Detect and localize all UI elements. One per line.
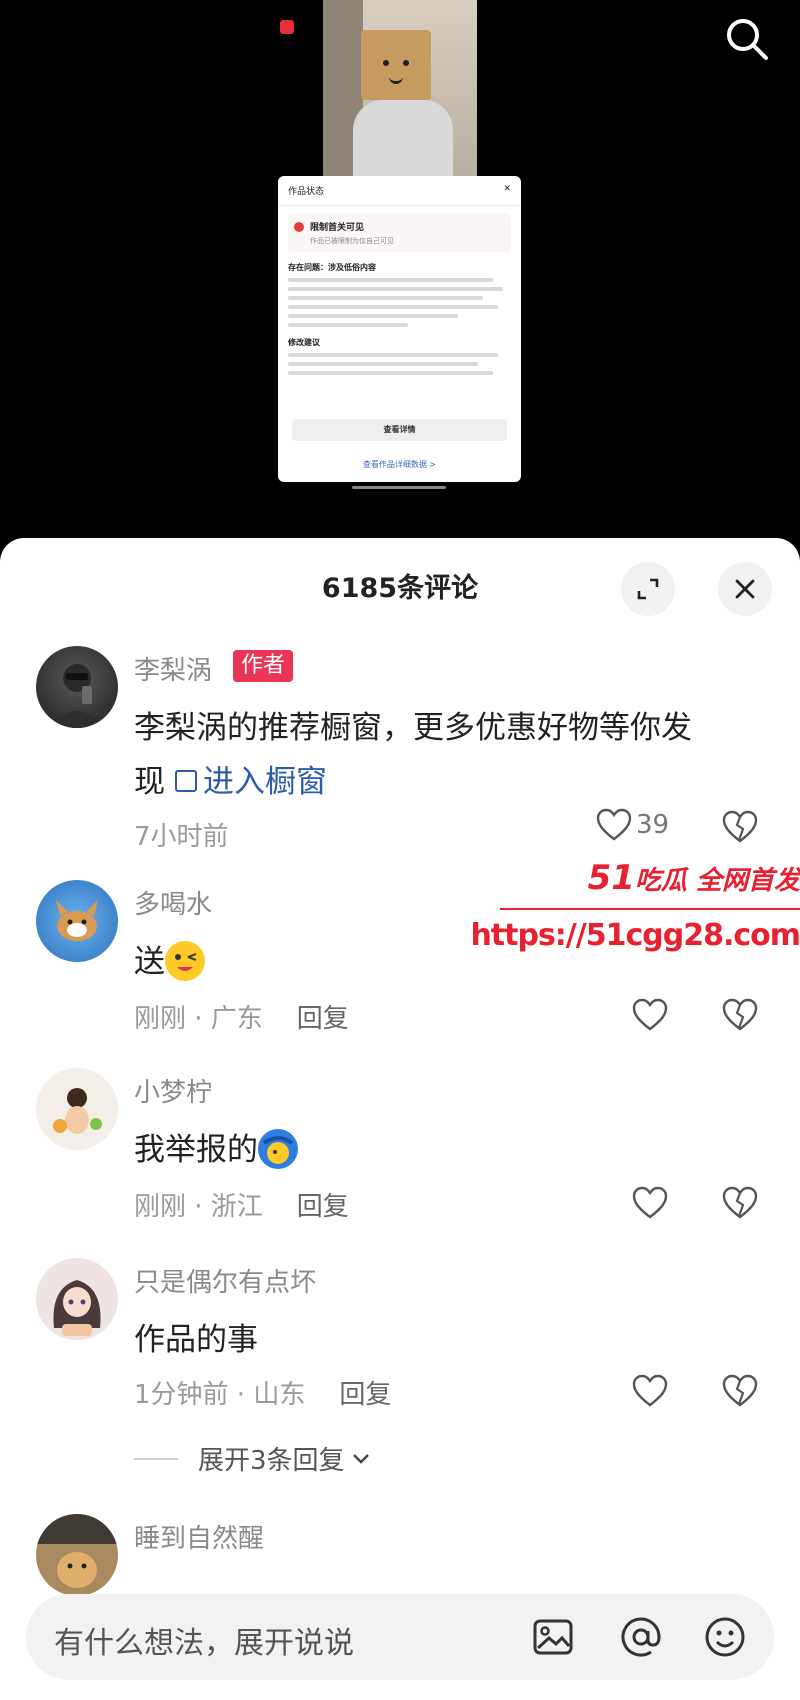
comment-input-placeholder[interactable]: 有什么想法，展开说说 [54, 1618, 354, 1662]
box-head-figure [361, 30, 431, 100]
expand-button[interactable] [621, 562, 675, 616]
watermark-url: https://51cgg28.com [470, 918, 800, 953]
site-watermark: 51吃瓜 全网首发 https://51cgg28.com [470, 858, 800, 958]
comment-meta: 刚刚 · 广东 回复 [134, 1004, 349, 1034]
comment-meta: 刚刚 · 浙江 回复 [134, 1192, 349, 1222]
dislike-heart-icon[interactable] [722, 1186, 758, 1220]
heart-icon[interactable] [632, 1374, 668, 1408]
avatar[interactable] [36, 1258, 118, 1340]
restriction-alert: 限制首关可见 作品已被限制为仅自己可见 [288, 214, 511, 252]
emoji-covering-face-icon [258, 1128, 298, 1169]
author-badge: 作者 [233, 650, 293, 682]
comment-time: 7小时前 [134, 822, 229, 852]
suggest-title: 修改建议 [288, 338, 320, 347]
emoji-icon[interactable] [702, 1614, 748, 1660]
avatar[interactable] [36, 1068, 118, 1150]
emoji-wink-icon [165, 940, 205, 981]
video-area[interactable]: 作品状态 ✕ 限制首关可见 作品已被限制为仅自己可见 存在问题：涉及低俗内容 修… [0, 0, 800, 540]
comment-meta: 1分钟前 · 山东 回复 [134, 1380, 392, 1410]
comment-author-name[interactable]: 只是偶尔有点坏 [134, 1262, 316, 1299]
comments-count-title: 6185条评论 [321, 573, 479, 604]
comment-text: 李梨涡的推荐橱窗，更多优惠好物等你发 [134, 710, 692, 746]
shop-icon [175, 769, 197, 792]
at-icon[interactable] [618, 1614, 664, 1660]
shop-window-link[interactable]: 进入橱窗 [203, 764, 327, 800]
comment-text: 我举报的 [134, 1124, 298, 1172]
problem-title: 存在问题：涉及低俗内容 [288, 263, 376, 272]
like-count: 39 [636, 810, 670, 840]
comment-text: 送 [134, 936, 205, 984]
comment-text: 作品的事 [134, 1322, 258, 1358]
video-thumbnail [323, 0, 477, 180]
heart-icon [596, 808, 632, 841]
expand-icon [637, 578, 659, 600]
heart-icon[interactable] [632, 1186, 668, 1220]
close-icon [735, 579, 755, 599]
alert-title: 限制首关可见 [310, 223, 365, 233]
work-status-card: 作品状态 ✕ 限制首关可见 作品已被限制为仅自己可见 存在问题：涉及低俗内容 修… [278, 176, 521, 482]
view-data-link[interactable]: 查看作品详细数据 > [278, 459, 521, 470]
like-button[interactable]: 39 [596, 808, 669, 842]
reply-button[interactable]: 回复 [297, 1192, 349, 1222]
comment-author-name[interactable]: 多喝水 [134, 884, 212, 921]
comment-input-bar[interactable]: 有什么想法，展开说说 [26, 1594, 774, 1680]
comment-text-line2: 现进入橱窗 [134, 764, 327, 800]
live-badge [280, 20, 294, 34]
close-button[interactable] [718, 562, 772, 616]
view-details-button[interactable]: 查看详情 [292, 419, 507, 441]
alert-subtitle: 作品已被限制为仅自己可见 [310, 237, 394, 245]
popup-header: 作品状态 [288, 187, 325, 197]
alert-icon [294, 222, 304, 232]
avatar[interactable] [36, 646, 118, 728]
reply-button[interactable]: 回复 [339, 1380, 391, 1410]
expand-replies-button[interactable]: 展开3条回复 [134, 1440, 373, 1477]
search-icon[interactable] [722, 14, 772, 64]
image-icon[interactable] [530, 1614, 576, 1660]
comment-author-name[interactable]: 睡到自然醒 [134, 1518, 264, 1555]
reply-button[interactable]: 回复 [297, 1004, 349, 1034]
dislike-heart-icon[interactable] [722, 810, 758, 844]
avatar[interactable] [36, 880, 118, 962]
heart-icon[interactable] [632, 998, 668, 1032]
expand-replies-label: 展开3条回复 [198, 1446, 345, 1476]
dislike-heart-icon[interactable] [722, 1374, 758, 1408]
avatar[interactable] [36, 1514, 118, 1596]
popup-close-icon[interactable]: ✕ [503, 184, 511, 197]
comment-author-name[interactable]: 李梨涡 [134, 650, 212, 687]
comment-author-name[interactable]: 小梦柠 [134, 1072, 212, 1109]
chevron-down-icon [352, 1453, 369, 1464]
home-indicator [352, 486, 446, 489]
comments-sheet: 6185条评论 李梨涡 作者 李梨涡的推荐橱窗，更多优惠好物等你发 现进入橱窗 … [0, 538, 800, 1700]
watermark-brand: 51吃瓜 全网首发 [587, 858, 800, 898]
dislike-heart-icon[interactable] [722, 998, 758, 1032]
